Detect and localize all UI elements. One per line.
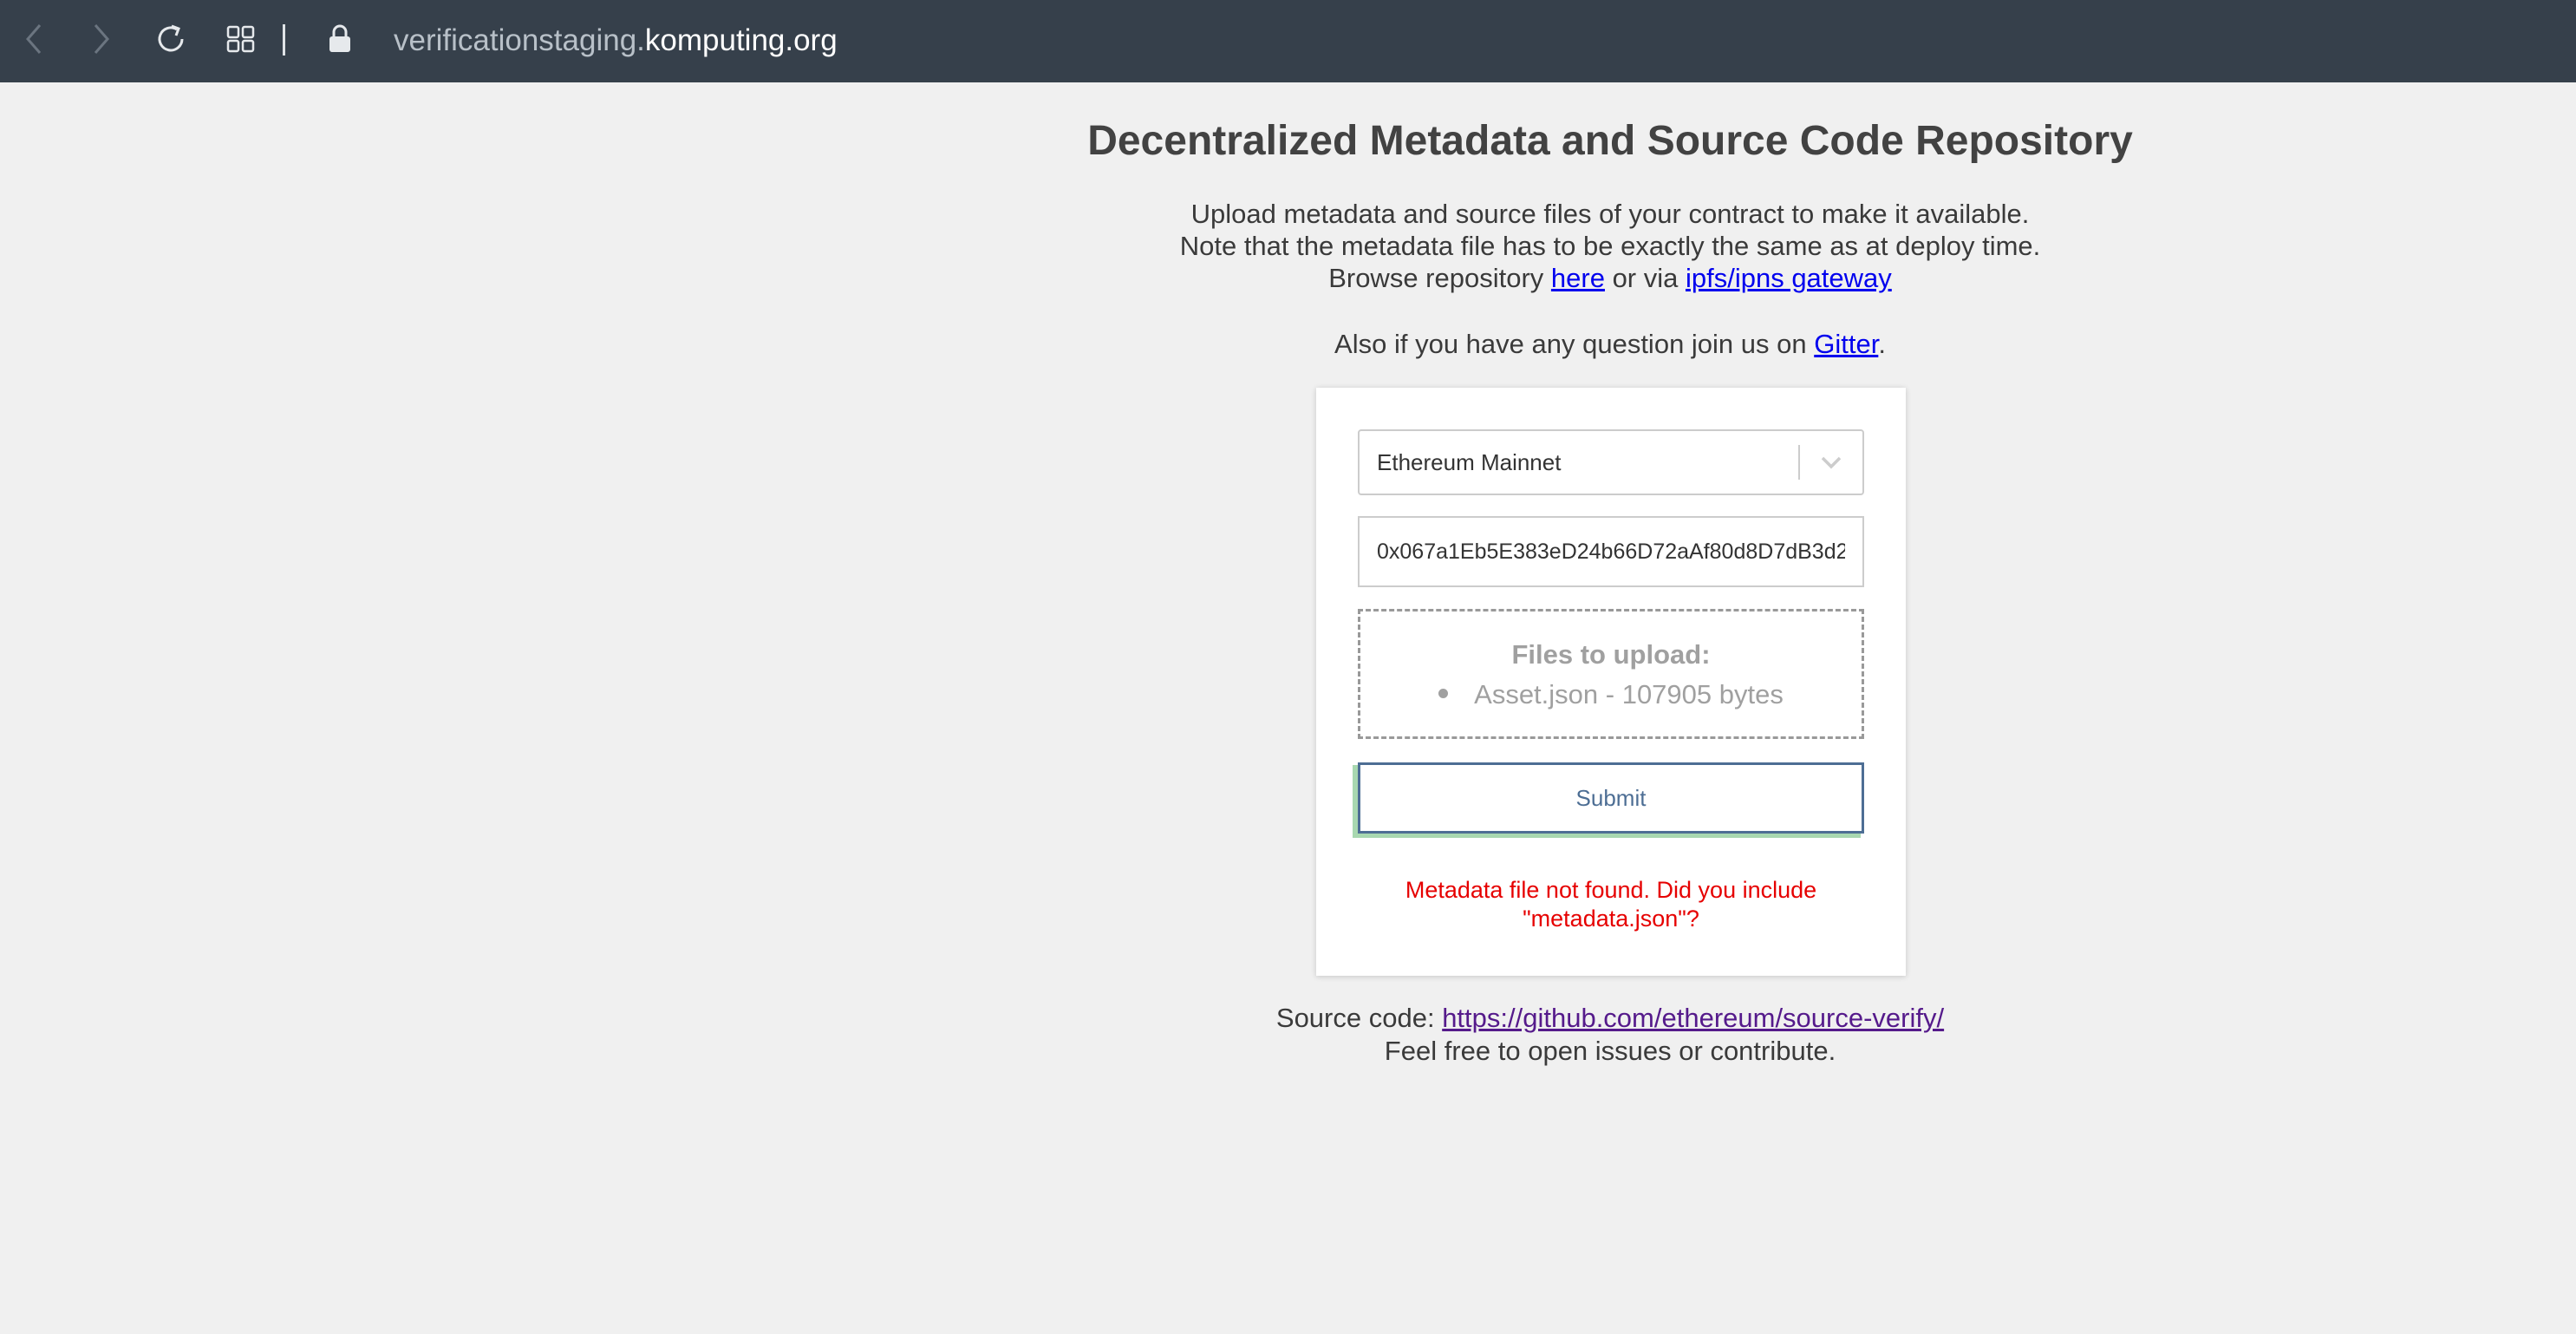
intro-text: Upload metadata and source files of your… xyxy=(1090,198,2130,294)
toolbar-divider xyxy=(283,24,285,56)
bullet-icon xyxy=(1438,689,1449,699)
url-subdomain: verificationstaging. xyxy=(394,23,645,57)
address-bar[interactable]: verificationstaging.komputing.org xyxy=(394,19,838,62)
error-line-1: Metadata file not found. Did you include xyxy=(1405,877,1817,903)
source-code-line: Source code: https://github.com/ethereum… xyxy=(1090,1002,2130,1035)
file-list: Asset.json - 107905 bytes xyxy=(1360,677,1862,712)
gitter-suffix: . xyxy=(1878,329,1886,359)
footer: Source code: https://github.com/ethereum… xyxy=(1090,1002,2130,1068)
intro-line-2: Note that the metadata file has to be ex… xyxy=(1179,231,2041,261)
gitter-line: Also if you have any question join us on… xyxy=(1090,327,2130,362)
reload-icon[interactable] xyxy=(149,17,192,61)
contribute-line: Feel free to open issues or contribute. xyxy=(1384,1036,1836,1066)
source-code-link[interactable]: https://github.com/ethereum/source-verif… xyxy=(1442,1003,1944,1033)
browse-prefix: Browse repository xyxy=(1328,263,1551,293)
contract-address-input[interactable] xyxy=(1358,516,1864,587)
forward-icon[interactable] xyxy=(80,17,123,61)
chevron-down-icon[interactable] xyxy=(1800,431,1862,494)
file-drop-zone[interactable]: Files to upload: Asset.json - 107905 byt… xyxy=(1358,609,1864,739)
url-domain: komputing.org xyxy=(644,23,838,57)
error-line-2: "metadata.json"? xyxy=(1523,906,1699,932)
ipfs-gateway-link[interactable]: ipfs/ipns gateway xyxy=(1686,263,1892,293)
gitter-link[interactable]: Gitter xyxy=(1814,329,1878,359)
error-message: Metadata file not found. Did you include… xyxy=(1358,876,1864,933)
network-select[interactable]: Ethereum Mainnet xyxy=(1358,429,1864,495)
files-to-upload-title: Files to upload: xyxy=(1511,639,1711,670)
file-entry: Asset.json - 107905 bytes xyxy=(1474,679,1784,710)
intro-line-1: Upload metadata and source files of your… xyxy=(1190,199,2030,229)
source-prefix: Source code: xyxy=(1275,1003,1443,1033)
tabs-grid-icon[interactable] xyxy=(219,17,263,61)
intro-line-3: Browse repository here or via ipfs/ipns … xyxy=(1090,262,2130,294)
verify-form-card: Ethereum Mainnet Files to upload: Asset.… xyxy=(1316,388,1906,976)
browse-mid: or via xyxy=(1604,263,1686,293)
page-title: Decentralized Metadata and Source Code R… xyxy=(1087,118,2133,164)
gitter-prefix: Also if you have any question join us on xyxy=(1334,329,1815,359)
file-list-item: Asset.json - 107905 bytes xyxy=(1360,677,1862,712)
network-select-value: Ethereum Mainnet xyxy=(1377,448,1562,475)
lock-icon[interactable] xyxy=(318,17,362,61)
submit-button[interactable]: Submit xyxy=(1358,762,1864,834)
browser-toolbar: verificationstaging.komputing.org xyxy=(0,0,2576,82)
back-icon[interactable] xyxy=(12,17,55,61)
here-link[interactable]: here xyxy=(1551,263,1605,293)
